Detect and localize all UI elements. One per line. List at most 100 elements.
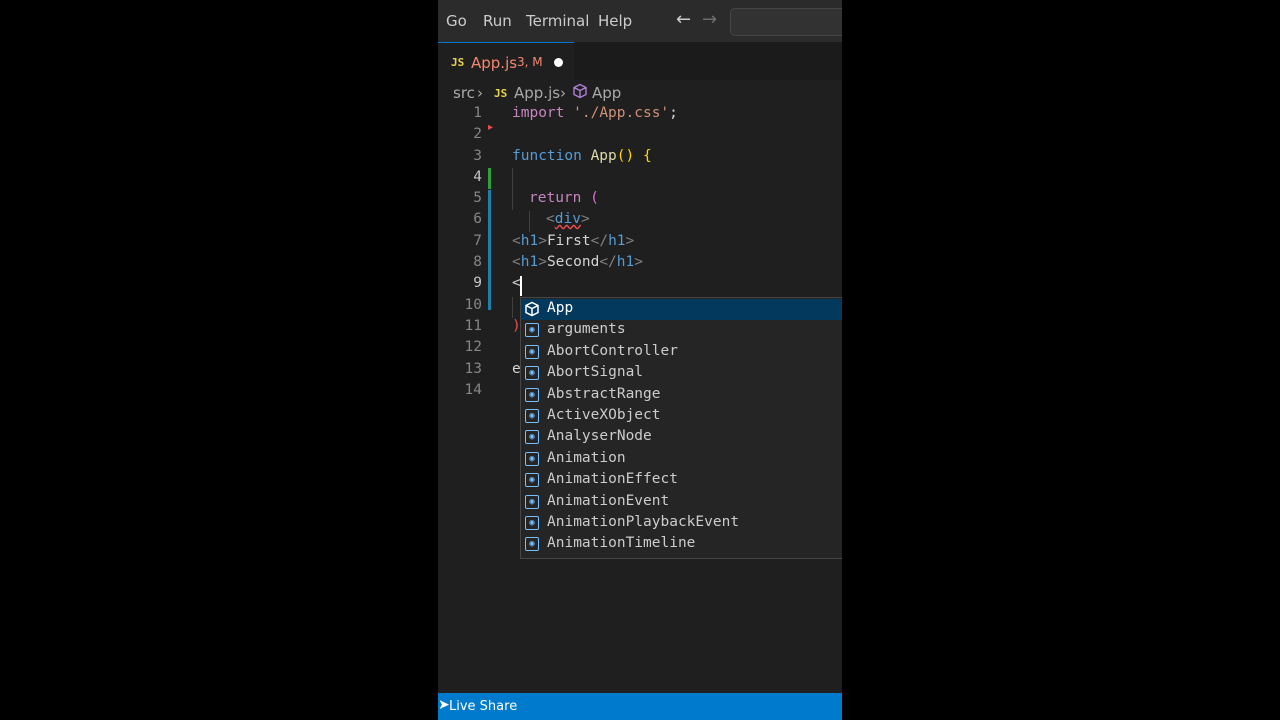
tag-name: div (554, 211, 581, 227)
tag-bracket: > (538, 233, 547, 249)
suggestion-item[interactable]: App (521, 299, 842, 320)
breadcrumb: src › JS App.js › App (438, 82, 842, 104)
line-number: 7 (473, 233, 482, 249)
tag-bracket: > (538, 254, 547, 270)
code-line: 8 <h1>Second</h1> (438, 254, 842, 275)
tag-name: h1 (520, 254, 539, 270)
suggestion-item[interactable]: ◉ AnalyserNode (521, 427, 842, 448)
breadcrumb-file[interactable]: App.js (514, 84, 560, 102)
suggestion-label: arguments (547, 321, 626, 338)
code-line: 4 (438, 169, 842, 190)
tag-name: h1 (616, 254, 635, 270)
symbol-variable-icon: ◉ (525, 366, 539, 381)
symbol-variable-icon: ◉ (525, 387, 539, 402)
symbol-variable-icon: ◉ (525, 409, 539, 423)
menu-terminal[interactable]: Terminal (526, 12, 589, 30)
menu-go[interactable]: Go (446, 12, 467, 30)
chevron-right-icon: › (560, 84, 566, 102)
suggestion-item[interactable]: ◉ AbortSignal (521, 363, 842, 384)
tag-bracket: < (546, 211, 555, 227)
tag-bracket: < (512, 233, 521, 249)
suggestion-item[interactable]: ◉ AnimationEffect (521, 470, 842, 491)
suggestion-item[interactable]: ◉ AbstractRange (521, 385, 842, 406)
suggestion-item[interactable]: ◉ Animation (521, 449, 842, 470)
keyword: return (529, 190, 582, 206)
code-line: 5 return ( (438, 190, 842, 211)
live-share-button[interactable]: Live Share (449, 699, 517, 714)
jsx-text: Second (546, 254, 600, 270)
suggestion-label: AnimationEvent (547, 492, 670, 509)
arrow-right-icon[interactable]: → (702, 9, 717, 30)
line-number: 8 (473, 254, 482, 270)
punctuation: { (642, 148, 652, 164)
code-line: 7 <h1>First</h1> (438, 233, 842, 254)
keyword: function (512, 148, 582, 164)
symbol-variable-icon: ◉ (525, 344, 539, 359)
menu-bar: Go Run Terminal Help ← → (438, 0, 842, 42)
suggestion-label: AbortSignal (547, 364, 644, 381)
tab-label: App.js (471, 54, 518, 72)
line-number: 9 (473, 275, 482, 291)
line-number: 12 (464, 339, 482, 355)
command-center-search[interactable] (730, 8, 842, 36)
suggestion-item[interactable]: ◉ AnimationTimeline (521, 534, 842, 555)
live-share-icon[interactable]: ➤ (438, 697, 450, 713)
punctuation: ( (590, 190, 599, 206)
chevron-right-icon: › (477, 84, 483, 102)
suggestion-label: ActiveXObject (547, 407, 661, 423)
code-line: 6 <div> (438, 211, 842, 232)
suggestion-label: AbortController (547, 342, 678, 359)
suggestion-item[interactable]: ◉ arguments (521, 320, 842, 341)
symbol-variable-icon: ◉ (525, 451, 539, 466)
suggestion-item[interactable]: ◉ ActiveXObject (521, 406, 842, 427)
tag-bracket: > (634, 254, 643, 270)
tag-bracket: < (512, 254, 521, 270)
suggestion-item[interactable]: ◉ AnimationEvent (521, 492, 842, 513)
line-number: 2 (473, 126, 482, 142)
suggestion-item[interactable]: ◉ AnimationPlaybackEvent (521, 513, 842, 534)
code-line: 3 function App() { (438, 148, 842, 169)
jsx-text: First (546, 233, 591, 249)
status-bar: ➤ Live Share (438, 693, 842, 720)
symbol-variable-icon: ◉ (525, 473, 539, 488)
suggestion-label: AnimationPlaybackEvent (547, 514, 740, 530)
suggestion-label: App (547, 300, 574, 316)
code-line: 2 (438, 126, 842, 147)
suggest-widget: App ◉ arguments ◉ AbortController ◉ AbortSigna… (520, 297, 842, 559)
tab-app-js[interactable]: JS App.js 3, M (438, 42, 574, 81)
menu-help[interactable]: Help (598, 12, 632, 30)
text-cursor (520, 276, 522, 296)
line-number: 5 (473, 190, 482, 206)
code-line: 1 import './App.css'; (438, 105, 842, 126)
menu-run[interactable]: Run (483, 12, 512, 30)
symbol-variable-icon: ◉ (525, 537, 539, 552)
punctuation: ; (669, 105, 678, 121)
suggestion-label: Animation (547, 449, 626, 466)
symbol-variable-icon: ◉ (525, 516, 539, 530)
string-literal: './App.css' (573, 105, 670, 121)
function-name: App (590, 148, 617, 164)
suggestion-item[interactable]: ◉ AbortController (521, 342, 842, 363)
suggestion-label: AnalyserNode (547, 428, 652, 445)
code-line: 9 < (438, 275, 842, 296)
tab-bar: JS App.js 3, M (438, 42, 842, 81)
suggestion-label: AbstractRange (547, 385, 661, 402)
tag-name: h1 (520, 233, 539, 249)
symbol-variable-icon: ◉ (525, 494, 539, 509)
tag-bracket: > (625, 233, 635, 249)
javascript-file-icon: JS (494, 87, 508, 100)
breadcrumb-symbol[interactable]: App (592, 84, 621, 102)
line-number: 4 (473, 169, 482, 185)
symbol-class-icon (525, 301, 539, 317)
symbol-variable-icon: ◉ (525, 430, 539, 445)
arrow-left-icon[interactable]: ← (676, 9, 691, 30)
unsaved-dot-icon[interactable] (554, 58, 563, 67)
tag-bracket: > (580, 211, 590, 227)
tag-name: h1 (608, 233, 626, 249)
line-number: 14 (464, 382, 482, 398)
keyword: import (512, 105, 565, 121)
line-number: 1 (473, 105, 482, 121)
suggestion-label: AnimationTimeline (547, 535, 696, 552)
line-number: 6 (473, 211, 482, 227)
breadcrumb-folder[interactable]: src (453, 84, 475, 102)
